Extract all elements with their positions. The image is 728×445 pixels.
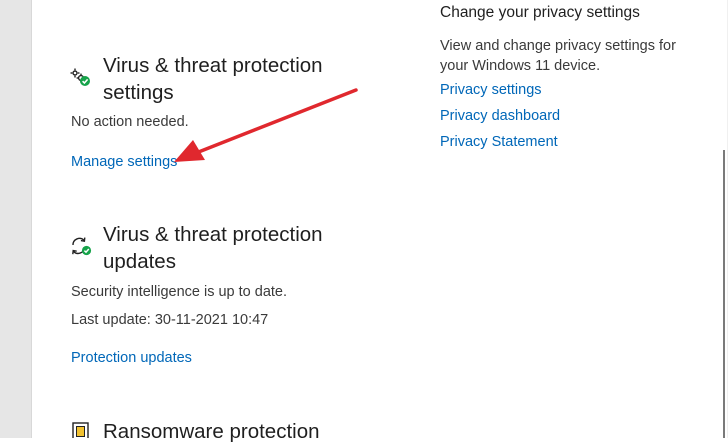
refresh-check-icon [70,236,92,261]
left-panel-divider [31,0,32,438]
last-update-text: Last update: 30-11-2021 10:47 [71,312,269,328]
privacy-heading: Change your privacy settings [440,4,640,21]
manage-settings-link[interactable]: Manage settings [71,154,177,170]
scrollbar-thumb[interactable] [723,150,725,438]
privacy-description: View and change privacy settings for you… [440,38,676,74]
privacy-dashboard-link[interactable]: Privacy dashboard [440,108,560,124]
ransomware-icon [72,422,92,443]
protection-updates-link[interactable]: Protection updates [71,350,192,366]
section-title-ransomware: Ransomware protection [103,420,320,443]
left-panel-strip [0,0,31,438]
status-text-virus-updates: Security intelligence is up to date. [71,284,288,300]
privacy-settings-link[interactable]: Privacy settings [440,82,542,98]
section-title-virus-settings: Virus & threat protection settings [103,54,323,104]
privacy-statement-link[interactable]: Privacy Statement [440,134,558,150]
status-text-virus-settings: No action needed. [71,114,189,130]
section-title-virus-updates: Virus & threat protection updates [103,223,323,273]
gear-check-icon [70,68,92,93]
